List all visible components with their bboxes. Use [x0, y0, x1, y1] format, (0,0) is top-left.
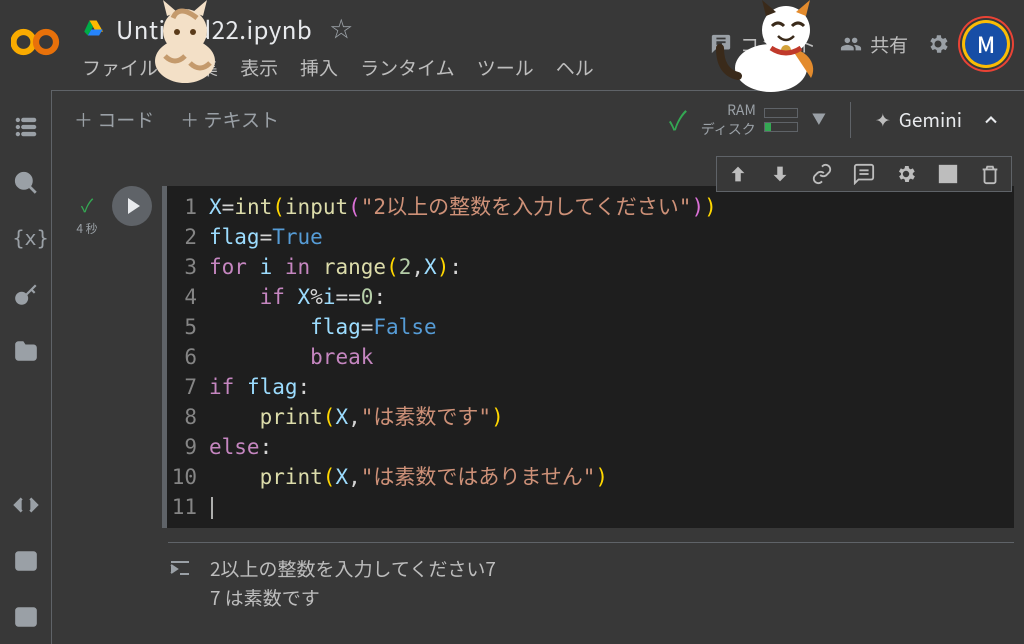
line-content: X=int(input("2以上の整数を入力してください")) — [209, 192, 717, 222]
share-button[interactable]: 共有 — [834, 27, 914, 62]
line-content: print(X,"は素数です") — [209, 402, 504, 432]
notebook-area: ✓4 秒 1X=int(input("2以上の整数を入力してください"))2fl… — [52, 148, 1024, 644]
avatar[interactable]: M — [962, 20, 1010, 68]
toolbar: ＋ コード ＋ テキスト ✓ RAM ディスク ▼ ✦ Gemini — [0, 90, 1024, 148]
move-up-icon[interactable] — [727, 163, 749, 185]
line-number: 2 — [167, 222, 209, 252]
people-icon — [840, 33, 862, 55]
delete-icon[interactable] — [979, 163, 1001, 185]
add-text-button[interactable]: ＋ テキスト — [180, 106, 279, 133]
line-number: 10 — [167, 462, 209, 492]
code-line: 3for i in range(2,X): — [167, 252, 1014, 282]
exec-time: 4 秒 — [72, 220, 102, 237]
status-check-icon: ✓ — [669, 101, 687, 138]
line-content: if flag: — [209, 372, 310, 402]
line-number: 9 — [167, 432, 209, 462]
ram-label: RAM — [701, 101, 756, 119]
avatar-letter: M — [965, 23, 1007, 65]
settings-icon[interactable] — [926, 32, 950, 56]
menu-表示[interactable]: 表示 — [240, 54, 278, 81]
code-icon[interactable] — [13, 492, 39, 518]
resource-indicator[interactable]: RAM ディスク ▼ — [701, 101, 826, 137]
disk-label: ディスク — [701, 120, 756, 138]
line-content: print(X,"は素数ではありません") — [209, 462, 608, 492]
link-icon[interactable] — [811, 163, 833, 185]
secrets-icon[interactable] — [13, 282, 39, 308]
disk-bar — [764, 122, 798, 132]
variables-icon[interactable]: {x} — [13, 226, 39, 252]
output-line: 7 は素数です — [210, 584, 496, 613]
code-line: 9else: — [167, 432, 1014, 462]
line-content — [209, 492, 213, 522]
execution-indicator: ✓4 秒 — [72, 186, 102, 237]
code-line: 2flag=True — [167, 222, 1014, 252]
code-line: 6 break — [167, 342, 1014, 372]
left-rail: {x} — [0, 90, 52, 644]
files-icon[interactable] — [13, 338, 39, 364]
line-number: 8 — [167, 402, 209, 432]
toc-icon[interactable] — [13, 114, 39, 140]
share-label: 共有 — [870, 31, 908, 58]
play-icon — [128, 198, 140, 214]
line-number: 5 — [167, 312, 209, 342]
output-line: 2以上の整数を入力してください7 — [210, 555, 496, 584]
menu-ランタイム[interactable]: ランタイム — [360, 54, 455, 81]
terminal-icon[interactable] — [13, 604, 39, 630]
line-content: else: — [209, 432, 272, 462]
caret-down-icon: ▼ — [812, 110, 826, 128]
line-content: break — [209, 342, 373, 372]
star-icon[interactable]: ☆ — [330, 12, 352, 44]
cell-comment-icon[interactable] — [853, 163, 875, 185]
code-line: 7if flag: — [167, 372, 1014, 402]
ram-bar — [764, 108, 798, 118]
cat-decoration-right — [716, 0, 836, 96]
output-icon[interactable] — [168, 557, 192, 581]
output-text: 2以上の整数を入力してください77 は素数です — [210, 555, 496, 612]
line-content: flag=True — [209, 222, 323, 252]
line-content: flag=False — [209, 312, 437, 342]
code-line: 5 flag=False — [167, 312, 1014, 342]
code-line: 1X=int(input("2以上の整数を入力してください")) — [167, 192, 1014, 222]
menu-ツール[interactable]: ツール — [477, 54, 534, 81]
code-line: 10 print(X,"は素数ではありません") — [167, 462, 1014, 492]
collapse-button[interactable] — [976, 105, 1006, 135]
line-number: 7 — [167, 372, 209, 402]
text-cursor — [211, 497, 213, 519]
separator — [850, 102, 851, 138]
cell-settings-icon[interactable] — [895, 163, 917, 185]
line-number: 6 — [167, 342, 209, 372]
code-line: 11 — [167, 492, 1014, 522]
chevron-up-icon — [981, 110, 1001, 130]
colab-logo[interactable] — [8, 14, 64, 70]
code-line: 4 if X%i==0: — [167, 282, 1014, 312]
cell-output: 2以上の整数を入力してください77 は素数です — [168, 542, 1014, 622]
line-number: 4 — [167, 282, 209, 312]
snippets-icon[interactable] — [13, 548, 39, 574]
menu-挿入[interactable]: 挿入 — [300, 54, 338, 81]
line-number: 3 — [167, 252, 209, 282]
gemini-button[interactable]: ✦ Gemini — [875, 106, 962, 133]
move-down-icon[interactable] — [769, 163, 791, 185]
add-code-button[interactable]: ＋ コード — [74, 106, 154, 133]
run-button[interactable] — [112, 186, 152, 226]
cell-toolbar — [716, 156, 1012, 192]
mirror-icon[interactable] — [937, 163, 959, 185]
code-cell: ✓4 秒 1X=int(input("2以上の整数を入力してください"))2fl… — [72, 186, 1014, 622]
code-line: 8 print(X,"は素数です") — [167, 402, 1014, 432]
sparkle-icon: ✦ — [875, 106, 891, 133]
line-number: 1 — [167, 192, 209, 222]
line-number: 11 — [167, 492, 209, 522]
cat-decoration-left — [135, 0, 235, 91]
code-editor[interactable]: 1X=int(input("2以上の整数を入力してください"))2flag=Tr… — [162, 186, 1014, 528]
menu-ヘル[interactable]: ヘル — [556, 54, 594, 81]
drive-icon — [82, 18, 104, 38]
line-content: for i in range(2,X): — [209, 252, 462, 282]
line-content: if X%i==0: — [209, 282, 386, 312]
gemini-label: Gemini — [899, 106, 962, 133]
search-icon[interactable] — [13, 170, 39, 196]
